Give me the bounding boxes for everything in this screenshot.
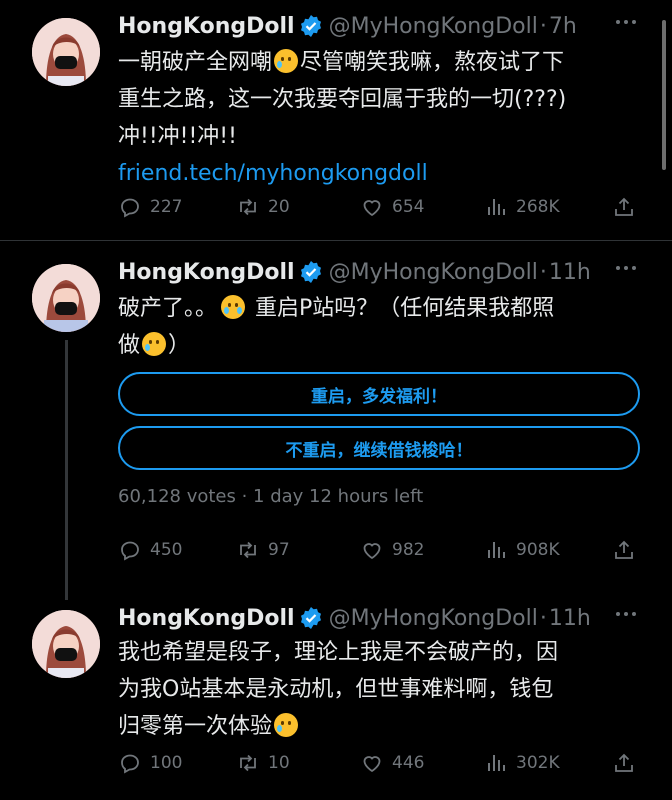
poll-option-2[interactable]: 不重启，继续借钱梭哈！ (118, 426, 640, 470)
crying-face-emoji-icon (142, 332, 167, 356)
tweet-3[interactable]: HongKongDoll @MyHongKongDoll · 11h 我也希望是… (0, 598, 672, 798)
more-icon[interactable] (616, 612, 636, 616)
poll-meta: 60,128 votes · 1 day 12 hours left (118, 486, 424, 507)
tweet-actions: 100 10 446 302K (118, 748, 648, 778)
timestamp[interactable]: 11h (549, 260, 591, 285)
tweet-text: 我也希望是段子，理论上我是不会破产的，因 为我O站基本是永动机，但世事难料啊，钱… (118, 634, 638, 745)
tweet-text-line: 做 (118, 333, 141, 358)
verified-badge-icon (300, 607, 321, 629)
retweet-button[interactable]: 20 (236, 192, 290, 222)
share-icon (615, 197, 633, 216)
poll-option-1[interactable]: 重启，多发福利！ (118, 372, 640, 416)
retweet-count: 97 (268, 540, 290, 560)
tweet-text-line: 重生之路，这一次我要夺回属于我的一切(???) (118, 87, 567, 112)
avatar[interactable] (32, 264, 100, 332)
tweet-2[interactable]: HongKongDoll @MyHongKongDoll · 11h 破产了。。… (0, 252, 672, 582)
tweet-link[interactable]: friend.tech/myhongkongdoll (118, 155, 638, 192)
views-icon (488, 542, 505, 558)
retweet-icon (240, 198, 256, 216)
verified-badge-icon (300, 15, 321, 37)
tweet-text-line: 破产了。。 (118, 296, 218, 321)
like-count: 982 (392, 540, 425, 560)
tweet-header: HongKongDoll @MyHongKongDoll · 7h (118, 8, 577, 44)
display-name[interactable]: HongKongDoll (118, 260, 295, 285)
heart-icon (363, 200, 381, 217)
separator-dot: · (539, 259, 547, 285)
views-count: 302K (516, 753, 560, 773)
tweet-text-line: 冲!!冲!!冲!! (118, 124, 237, 149)
share-button[interactable] (612, 748, 644, 778)
avatar[interactable] (32, 18, 100, 86)
share-icon (615, 540, 633, 559)
loudly-crying-face-emoji-icon (221, 295, 246, 319)
retweet-count: 20 (268, 197, 290, 217)
tweet-text-line: 归零第一次体验 (118, 714, 273, 739)
retweet-icon (240, 754, 256, 772)
tweet-header: HongKongDoll @MyHongKongDoll · 11h (118, 254, 591, 290)
more-icon[interactable] (616, 20, 636, 24)
timestamp[interactable]: 7h (549, 14, 577, 39)
tweet-text-line: ） (168, 333, 191, 358)
user-handle[interactable]: @MyHongKongDoll (329, 606, 538, 631)
crying-face-emoji-icon (274, 713, 299, 737)
display-name[interactable]: HongKongDoll (118, 14, 295, 39)
tweet-text-line: 我也希望是段子，理论上我是不会破产的，因 (118, 640, 559, 665)
display-name[interactable]: HongKongDoll (118, 606, 295, 631)
views-button[interactable]: 302K (484, 748, 560, 778)
views-icon (488, 755, 505, 771)
views-count: 268K (516, 197, 560, 217)
user-handle[interactable]: @MyHongKongDoll (329, 14, 538, 39)
crying-face-emoji-icon (274, 49, 299, 73)
reply-button[interactable]: 227 (118, 192, 182, 222)
user-handle[interactable]: @MyHongKongDoll (329, 260, 538, 285)
views-button[interactable]: 268K (484, 192, 560, 222)
reply-button[interactable]: 450 (118, 535, 182, 565)
retweet-count: 10 (268, 753, 290, 773)
reply-count: 227 (150, 197, 183, 217)
views-button[interactable]: 908K (484, 535, 560, 565)
tweet-divider (0, 240, 672, 241)
share-button[interactable] (612, 535, 644, 565)
like-button[interactable]: 654 (360, 192, 424, 222)
share-button[interactable] (612, 192, 644, 222)
retweet-button[interactable]: 97 (236, 535, 290, 565)
share-icon (615, 753, 633, 772)
tweet-actions: 450 97 982 908K (118, 535, 648, 565)
tweet-text: 一朝破产全网嘲 尽管嘲笑我嘛，熬夜试了下 重生之路，这一次我要夺回属于我的一切(?… (118, 44, 638, 192)
reply-icon (121, 198, 139, 218)
reply-count: 100 (150, 753, 183, 773)
tweet-text-line: 尽管嘲笑我嘛，熬夜试了下 (300, 50, 565, 75)
reply-button[interactable]: 100 (118, 748, 182, 778)
reply-icon (121, 541, 139, 561)
retweet-button[interactable]: 10 (236, 748, 290, 778)
more-icon[interactable] (616, 266, 636, 270)
retweet-icon (240, 541, 256, 559)
verified-badge-icon (300, 261, 321, 283)
tweet-actions: 227 20 654 268K (118, 192, 648, 222)
tweet-text-line: 一朝破产全网嘲 (118, 50, 273, 75)
timestamp[interactable]: 11h (549, 606, 591, 631)
thread-line (65, 340, 68, 600)
tweet-header: HongKongDoll @MyHongKongDoll · 11h (118, 600, 591, 636)
views-icon (488, 199, 505, 215)
views-count: 908K (516, 540, 560, 560)
heart-icon (363, 543, 381, 560)
like-count: 654 (392, 197, 425, 217)
like-button[interactable]: 982 (360, 535, 424, 565)
tweet-text: 破产了。。 重启P站吗？（任何结果我都照 做 ） (118, 290, 638, 364)
tweet-text-line: 重启P站吗？（任何结果我都照 (255, 296, 555, 321)
like-button[interactable]: 446 (360, 748, 424, 778)
heart-icon (363, 756, 381, 773)
avatar[interactable] (32, 610, 100, 678)
tweet-text-line: 为我O站基本是永动机，但世事难料啊，钱包 (118, 677, 554, 702)
like-count: 446 (392, 753, 425, 773)
reply-count: 450 (150, 540, 183, 560)
separator-dot: · (539, 605, 547, 631)
tweet-1[interactable]: HongKongDoll @MyHongKongDoll · 7h 一朝破产全网… (0, 6, 672, 236)
timeline: HongKongDoll @MyHongKongDoll · 7h 一朝破产全网… (0, 0, 672, 800)
separator-dot: · (539, 13, 547, 39)
reply-icon (121, 754, 139, 774)
